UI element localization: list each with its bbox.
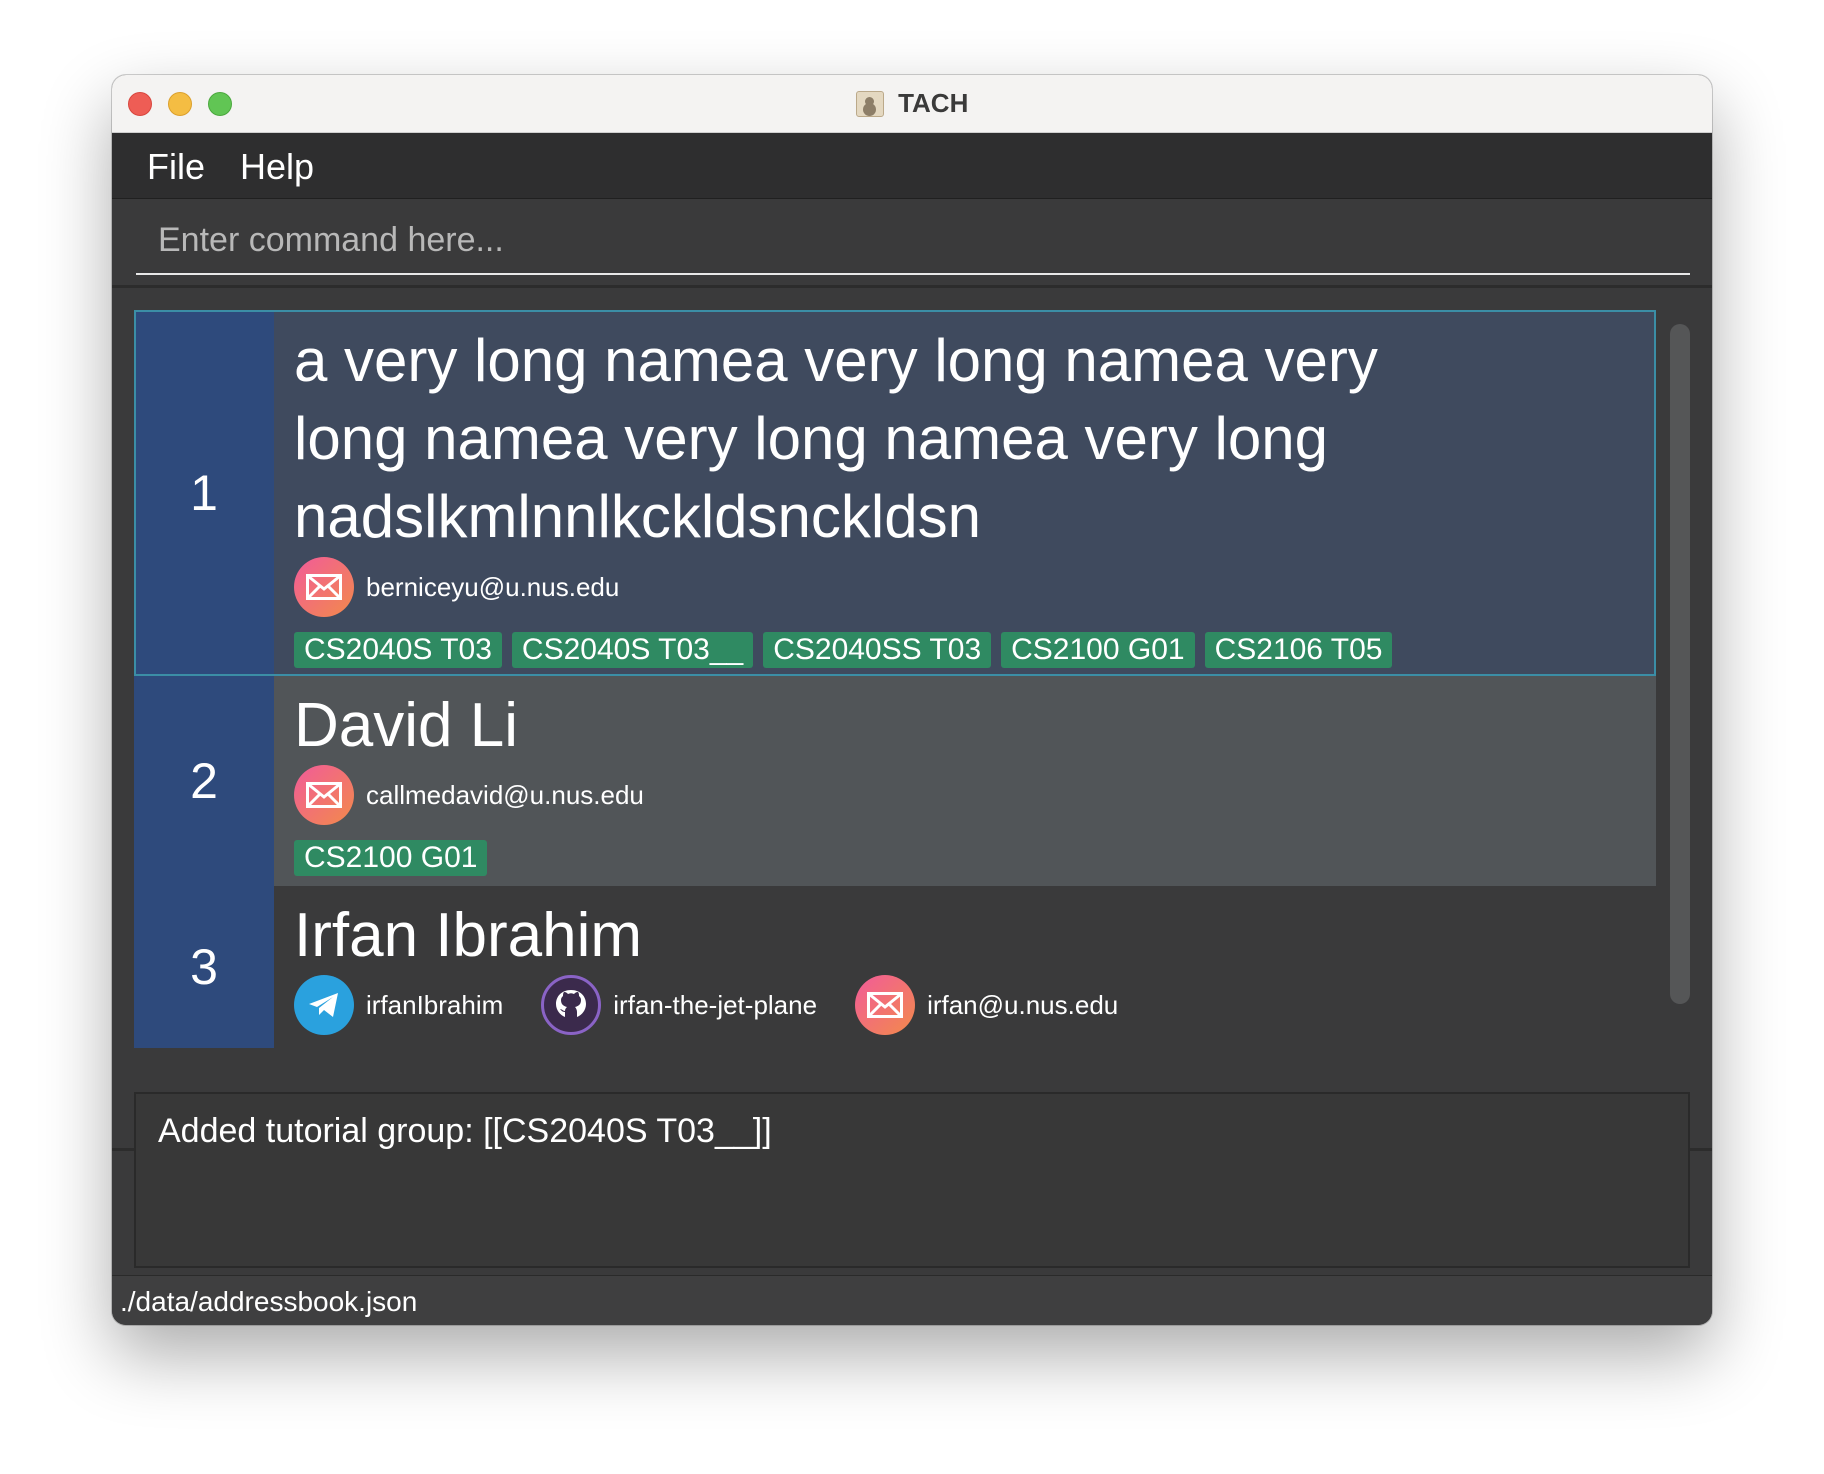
contact-telegram[interactable]: irfanIbrahim (294, 975, 503, 1035)
window-title: TACH (898, 88, 969, 118)
github-text: irfan-the-jet-plane (613, 989, 818, 1020)
person-card[interactable]: 2 David Li callmedavid@u.nus.edu CS2100 … (134, 676, 1656, 886)
contact-row: callmedavid@u.nus.edu (294, 764, 1656, 826)
email-icon (294, 765, 354, 825)
person-list-panel: 1 a very long namea very long namea very… (112, 288, 1712, 1151)
person-details: a very long namea very long namea very l… (274, 310, 1656, 676)
app-icon (855, 90, 884, 117)
email-icon (294, 557, 354, 617)
menu-file[interactable]: File (147, 146, 205, 188)
contact-email[interactable]: irfan@u.nus.edu (855, 975, 1118, 1035)
tag: CS2040S T03 (294, 632, 502, 668)
tag: CS2040S T03__ (511, 632, 754, 668)
contact-row: berniceyu@u.nus.edu (294, 556, 1656, 618)
email-text: callmedavid@u.nus.edu (366, 779, 644, 810)
person-index: 1 (134, 310, 274, 676)
result-display: Added tutorial group: [[CS2040S T03__]] (134, 1092, 1690, 1268)
command-box (112, 199, 1712, 288)
menu-help[interactable]: Help (240, 146, 314, 188)
telegram-text: irfanIbrahim (366, 989, 504, 1020)
person-list[interactable]: 1 a very long namea very long namea very… (134, 310, 1656, 1048)
tag: CS2100 G01 (1001, 632, 1195, 668)
person-name: a very long namea very long namea very l… (294, 327, 1378, 550)
email-icon (855, 975, 916, 1035)
result-message: Added tutorial group: [[CS2040S T03__]] (158, 1112, 772, 1150)
command-input[interactable] (136, 207, 1690, 275)
person-name: David Li (294, 691, 518, 760)
contact-row: irfanIbrahim irfan-the-jet-plane irfan@u… (294, 974, 1656, 1036)
save-location: ./data/addressbook.json (120, 1286, 418, 1317)
contact-github[interactable]: irfan-the-jet-plane (541, 975, 817, 1035)
tag: CS2040SS T03 (763, 632, 992, 668)
tag: CS2106 T05 (1204, 632, 1393, 668)
contact-email[interactable]: callmedavid@u.nus.edu (294, 765, 644, 825)
email-text: irfan@u.nus.edu (927, 989, 1119, 1020)
contact-email[interactable]: berniceyu@u.nus.edu (294, 557, 619, 617)
person-card[interactable]: 3 Irfan Ibrahim irfanIbrahim irfan-the-j… (134, 886, 1656, 1048)
person-card[interactable]: 1 a very long namea very long namea very… (134, 310, 1656, 676)
person-details: Irfan Ibrahim irfanIbrahim irfan-the-jet… (274, 886, 1656, 1048)
tag-row: CS2040S T03 CS2040S T03__ CS2040SS T03 C… (294, 632, 1656, 668)
status-bar: ./data/addressbook.json (112, 1275, 1712, 1325)
email-text: berniceyu@u.nus.edu (366, 571, 620, 602)
app-window: TACH File Help 1 a very long namea very … (112, 75, 1712, 1325)
github-icon (541, 975, 602, 1035)
menu-bar: File Help (112, 133, 1712, 199)
list-scrollbar[interactable] (1670, 324, 1690, 1004)
person-details: David Li callmedavid@u.nus.edu CS2100 G0… (274, 676, 1656, 886)
title-bar: TACH (112, 75, 1712, 133)
telegram-icon (294, 975, 354, 1035)
person-index: 3 (134, 886, 274, 1048)
tag: CS2100 G01 (294, 840, 488, 876)
person-index: 2 (134, 676, 274, 886)
person-name: Irfan Ibrahim (294, 901, 643, 970)
tag-row: CS2100 G01 (294, 840, 1656, 876)
